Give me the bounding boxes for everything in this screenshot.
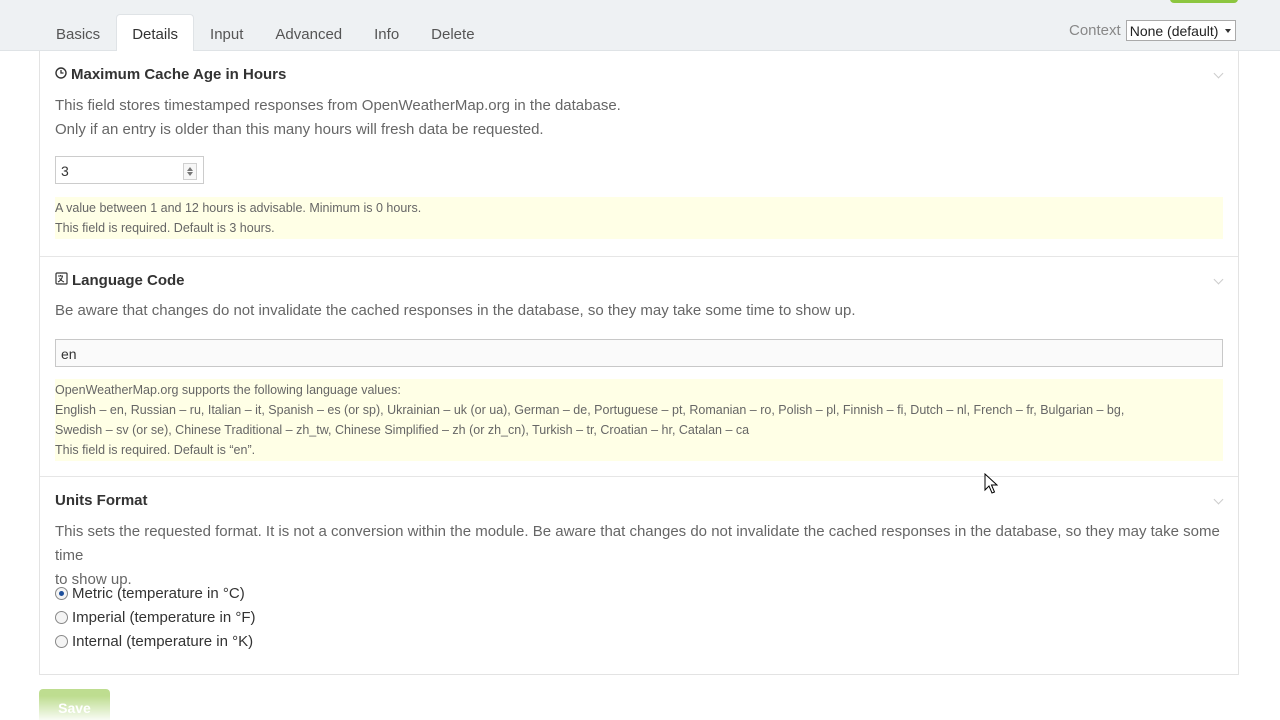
radio-metric-label: Metric (temperature in °C) [72,585,245,602]
bottom-fade [0,696,1280,720]
radio-internal-label: Internal (temperature in °K) [72,633,254,650]
language-help: OpenWeatherMap.org supports the followin… [55,379,1223,461]
language-code-value: en [61,346,77,362]
cache-help-line-1: A value between 1 and 12 hours is advisa… [55,201,422,215]
units-desc-line-1: This sets the requested format. It is no… [55,523,1220,564]
language-code-input[interactable]: en [55,339,1223,367]
context-select[interactable]: None (default) [1125,20,1237,41]
language-help-line-3: Swedish – sv (or se), Chinese Traditiona… [55,423,750,437]
tab-advanced[interactable]: Advanced [259,14,358,51]
number-spinner[interactable] [183,163,197,180]
mouse-cursor-icon [984,472,999,500]
top-bar: Basics Details Input Advanced Info Delet… [0,0,1280,52]
context-value: None (default) [1129,22,1219,39]
tab-info[interactable]: Info [358,14,415,51]
language-title[interactable]: Language Code [55,272,185,289]
units-format-title[interactable]: Units Format [55,492,148,509]
spin-up-icon[interactable] [187,167,193,171]
cache-desc-line-2: Only if an entry is older than this many… [55,121,544,138]
language-section: Language Code Be aware that changes do n… [40,257,1238,477]
dropdown-caret-icon [1225,28,1232,33]
radio-button[interactable] [55,611,68,624]
spin-down-icon[interactable] [187,172,193,176]
context-switcher: Context None (default) [1069,20,1237,41]
tab-input[interactable]: Input [194,14,259,51]
tab-basics[interactable]: Basics [40,14,116,51]
collapse-chevron-icon[interactable] [1213,494,1224,505]
tab-bar: Basics Details Input Advanced Info Delet… [40,14,491,52]
cache-age-help: A value between 1 and 12 hours is advisa… [55,197,1223,239]
translate-icon [55,272,68,289]
top-save-button[interactable] [1170,0,1238,3]
radio-metric[interactable]: Metric (temperature in °C) [55,585,245,602]
radio-button[interactable] [55,635,68,648]
radio-button-checked[interactable] [55,587,68,600]
language-title-text: Language Code [72,272,185,289]
clock-icon [55,66,67,83]
tab-details[interactable]: Details [116,14,195,52]
details-panel: Maximum Cache Age in Hours This field st… [39,51,1239,675]
radio-imperial-label: Imperial (temperature in °F) [72,609,256,626]
collapse-chevron-icon[interactable] [1213,68,1224,79]
units-format-description: This sets the requested format. It is no… [55,520,1238,592]
language-help-line-1: OpenWeatherMap.org supports the followin… [55,383,401,397]
cache-age-value: 3 [61,163,69,179]
radio-imperial[interactable]: Imperial (temperature in °F) [55,609,256,626]
cache-help-line-2: This field is required. Default is 3 hou… [55,221,275,235]
cache-age-input[interactable]: 3 [55,156,204,184]
cache-age-title[interactable]: Maximum Cache Age in Hours [55,66,286,83]
tab-delete[interactable]: Delete [415,14,490,51]
collapse-chevron-icon[interactable] [1213,274,1224,285]
cache-age-section: Maximum Cache Age in Hours This field st… [40,51,1238,257]
language-help-line-2: English – en, Russian – ru, Italian – it… [55,403,1125,417]
cache-age-title-text: Maximum Cache Age in Hours [71,66,287,83]
save-button[interactable]: Save [39,689,110,720]
cache-age-description: This field stores timestamped responses … [55,94,621,142]
language-help-line-4: This field is required. Default is “en”. [55,443,256,457]
units-format-section: Units Format This sets the requested for… [40,477,1238,675]
cache-desc-line-1: This field stores timestamped responses … [55,97,621,114]
language-description: Be aware that changes do not invalidate … [55,302,856,319]
radio-internal[interactable]: Internal (temperature in °K) [55,633,253,650]
context-label: Context [1069,22,1121,39]
